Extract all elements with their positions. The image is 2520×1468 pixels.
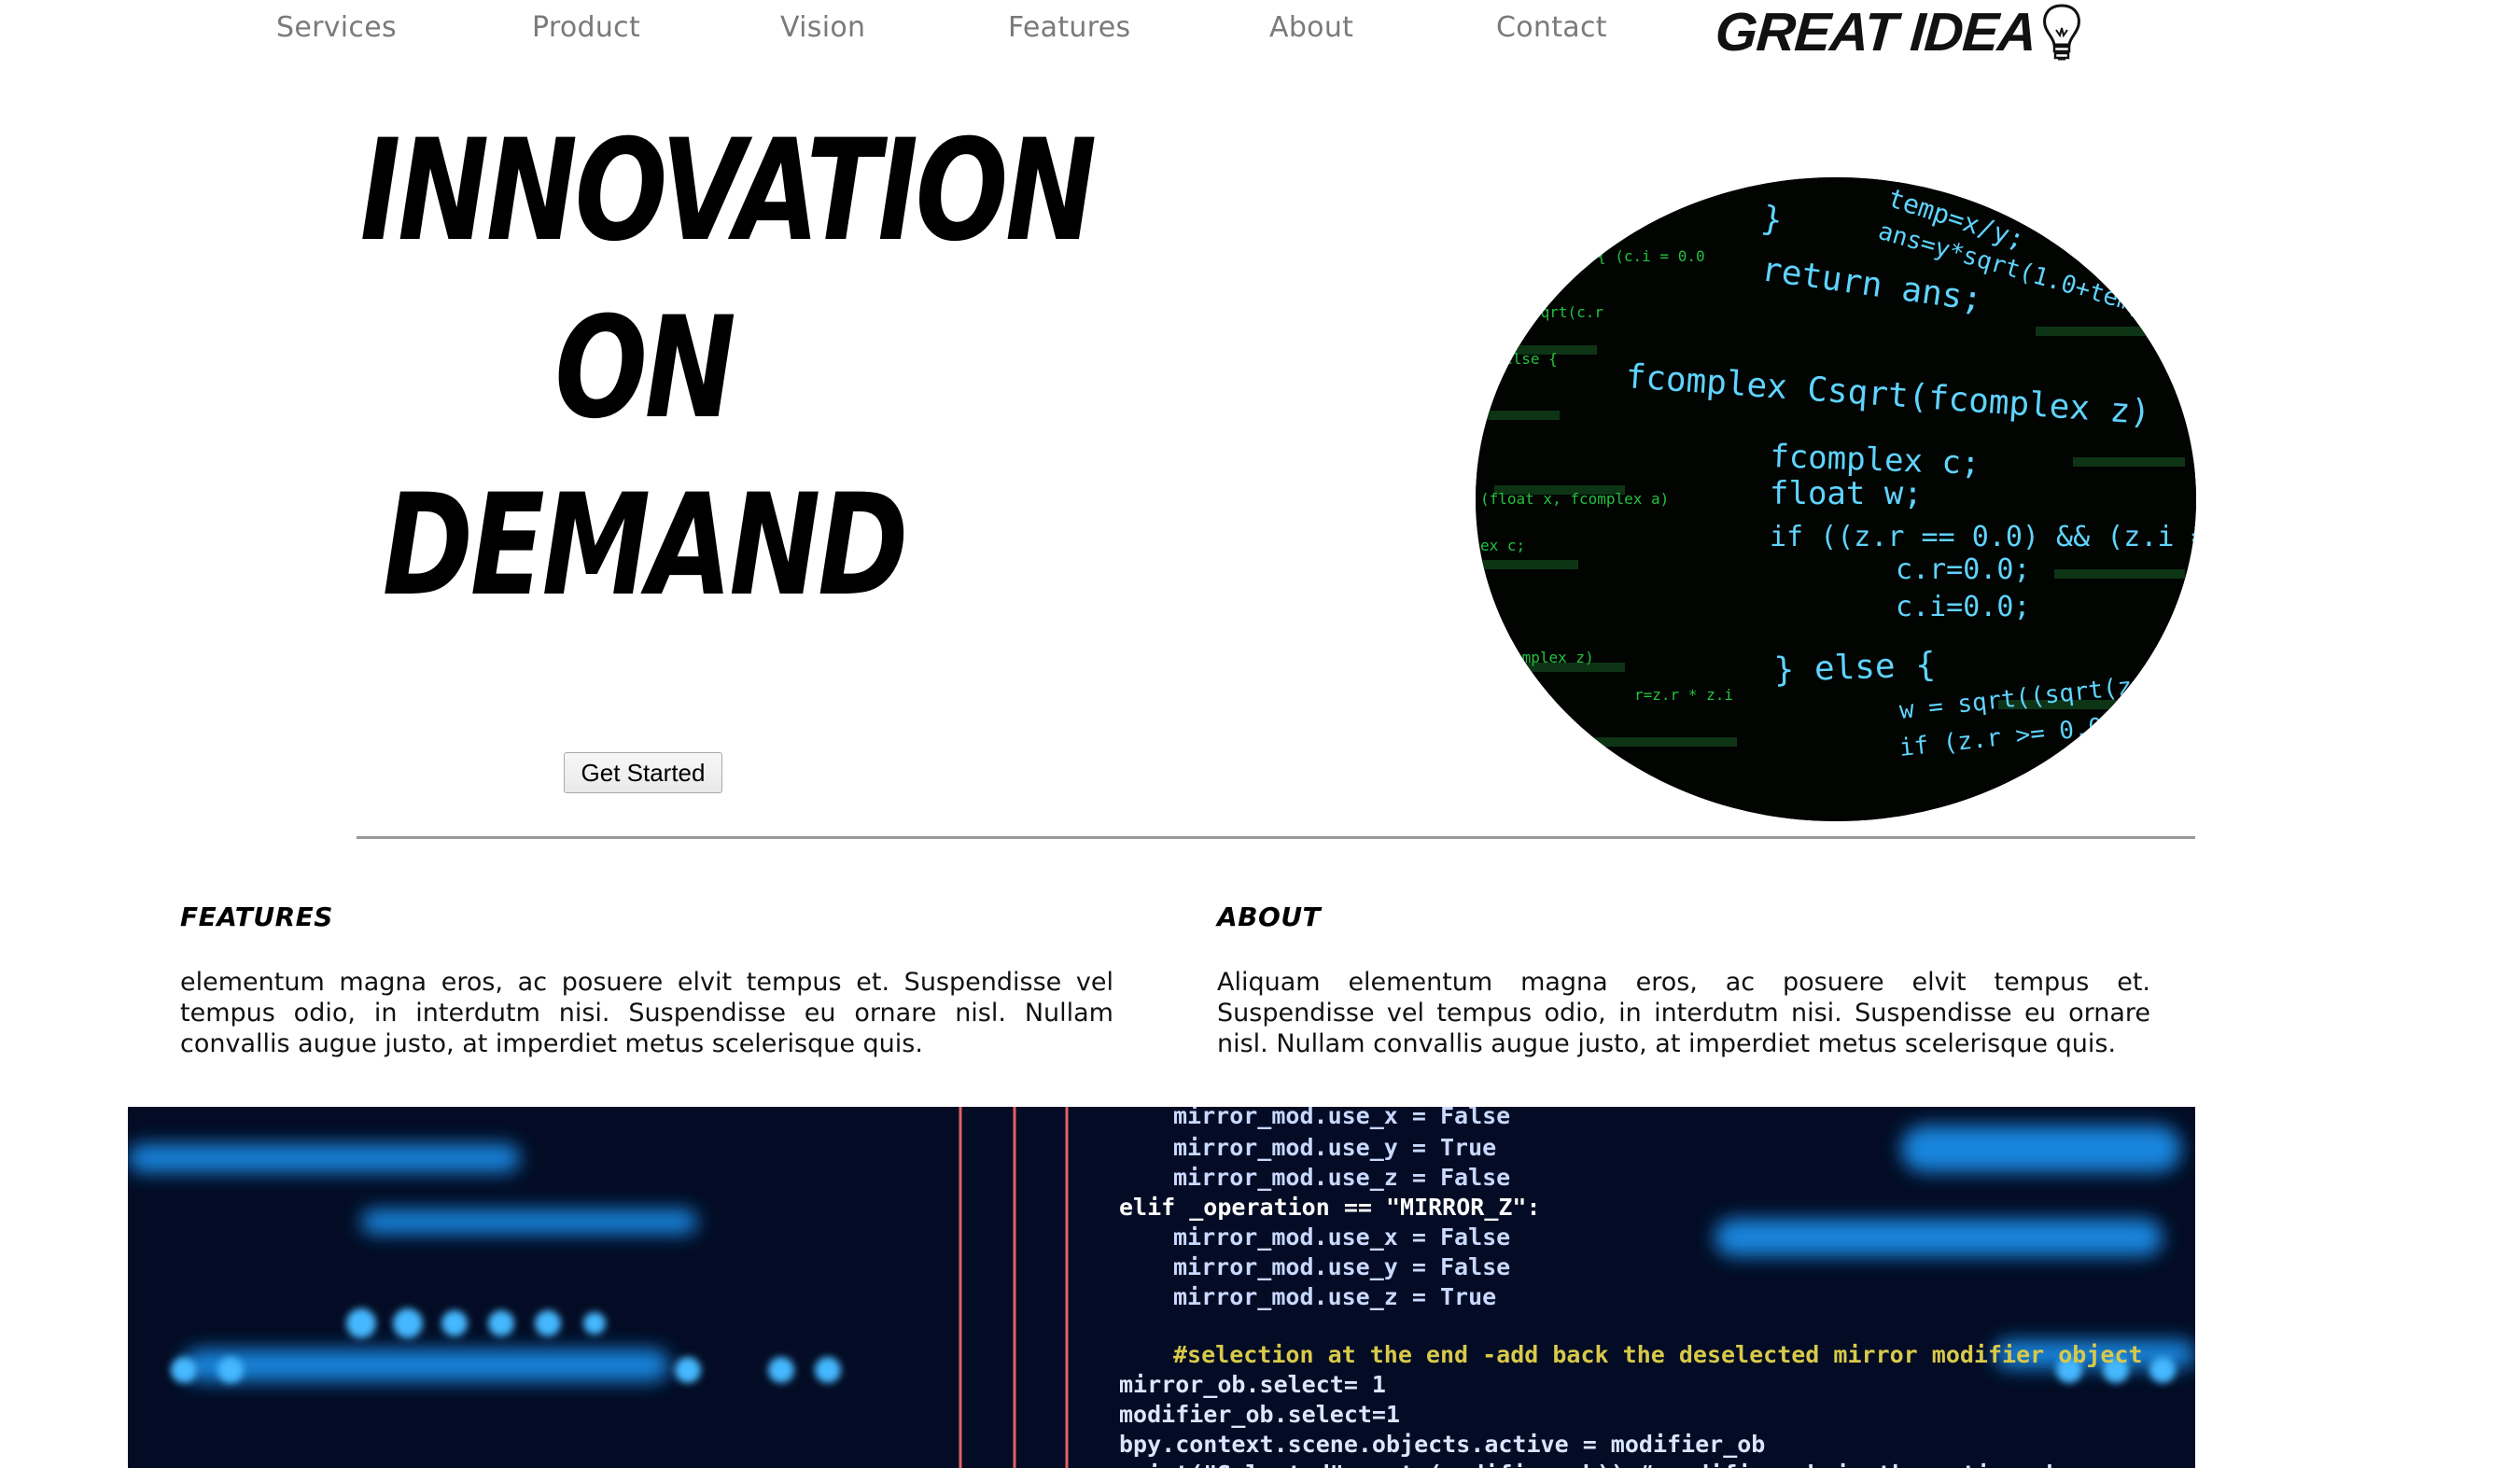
banner-code-line: print("Selected" + str(modifier_ob)) # m… [1119, 1461, 2060, 1468]
svg-text:else {: else { [1504, 350, 1558, 368]
banner-code-line: mirror_mod.use_z = False [1173, 1164, 1510, 1191]
banner-code-line: bpy.context.scene.objects.active = modif… [1119, 1431, 1765, 1458]
banner-code-line: mirror_mod.use_x = False [1173, 1223, 1510, 1251]
about-text: Aliquam elementum magna eros, ac posuere… [1217, 968, 2150, 1058]
about-heading: ABOUT [1217, 902, 1322, 932]
nav-product[interactable]: Product [532, 11, 640, 44]
features-text: elementum magna eros, ac posuere elvit t… [180, 968, 1113, 1058]
nav-contact[interactable]: Contact [1496, 11, 1607, 44]
svg-text:sqrt(c.r: sqrt(c.r [1532, 303, 1603, 321]
code-banner-image: mirror_mod.use_x = False mirror_mod.use_y… [128, 1107, 2195, 1468]
banner-code-line: elif _operation == "MIRROR_Z": [1119, 1194, 1541, 1221]
section-divider [357, 836, 2195, 839]
banner-code-line: modifier_ob.select=1 [1119, 1401, 1400, 1428]
nav-about[interactable]: About [1269, 11, 1353, 44]
lightbulb-icon [2043, 4, 2081, 61]
svg-text:omplex z): omplex z) [1513, 649, 1594, 666]
get-started-button[interactable]: Get Started [564, 752, 722, 793]
hero-code-line: if ((z.r == 0.0) && (z.i == 0.0)) [1770, 521, 2196, 553]
banner-code-line: mirror_mod.use_z = True [1173, 1283, 1496, 1310]
svg-text:ex c;: ex c; [1480, 537, 1525, 554]
banner-code-line: #selection at the end -add back the dese… [1173, 1341, 2143, 1368]
nav-services[interactable]: Services [276, 11, 397, 44]
hero-code-line: c.i=0.0; [1896, 591, 2031, 623]
hero-code-line: float w; [1770, 475, 1923, 512]
hero-code-image: { (c.i = 0.0 sqrt(c.r else { (float x, f… [1476, 177, 2196, 821]
nav-features[interactable]: Features [1008, 11, 1130, 44]
hero-code-line: } else { [1773, 646, 1937, 690]
banner-code-line: mirror_mod.use_y = True [1173, 1134, 1496, 1161]
nav-vision[interactable]: Vision [780, 11, 865, 44]
svg-text:{ (c.i = 0.0: { (c.i = 0.0 [1597, 247, 1705, 265]
hero-code-line: c.r=0.0; [1896, 553, 2031, 586]
logo[interactable]: GREAT IDEA [1713, 0, 2086, 65]
hero-title-line-1: INNOVATION [359, 110, 1097, 273]
hero-title: INNOVATION ON DEMAND [280, 103, 1097, 635]
banner-code-line: mirror_mod.use_y = False [1173, 1253, 1510, 1280]
logo-text: GREAT IDEA [1713, 2, 2038, 63]
banner-code-line: mirror_mod.use_x = False [1173, 1107, 1510, 1129]
svg-text:(float x, fcomplex a): (float x, fcomplex a) [1480, 490, 1669, 508]
hero-title-line-2: ON [554, 287, 735, 450]
code-screen-graphic: { (c.i = 0.0 sqrt(c.r else { (float x, f… [1476, 177, 2196, 821]
features-heading: FEATURES [180, 902, 333, 932]
banner-code-graphic: mirror_mod.use_x = Falsemirror_mod.use_y… [128, 1107, 2195, 1468]
top-nav: Services Product Vision Features About C… [0, 0, 2520, 65]
hero-title-line-3: DEMAND [382, 465, 908, 627]
banner-code-line: mirror_ob.select= 1 [1119, 1371, 1386, 1398]
svg-text:r=z.r * z.i: r=z.r * z.i [1634, 686, 1733, 704]
